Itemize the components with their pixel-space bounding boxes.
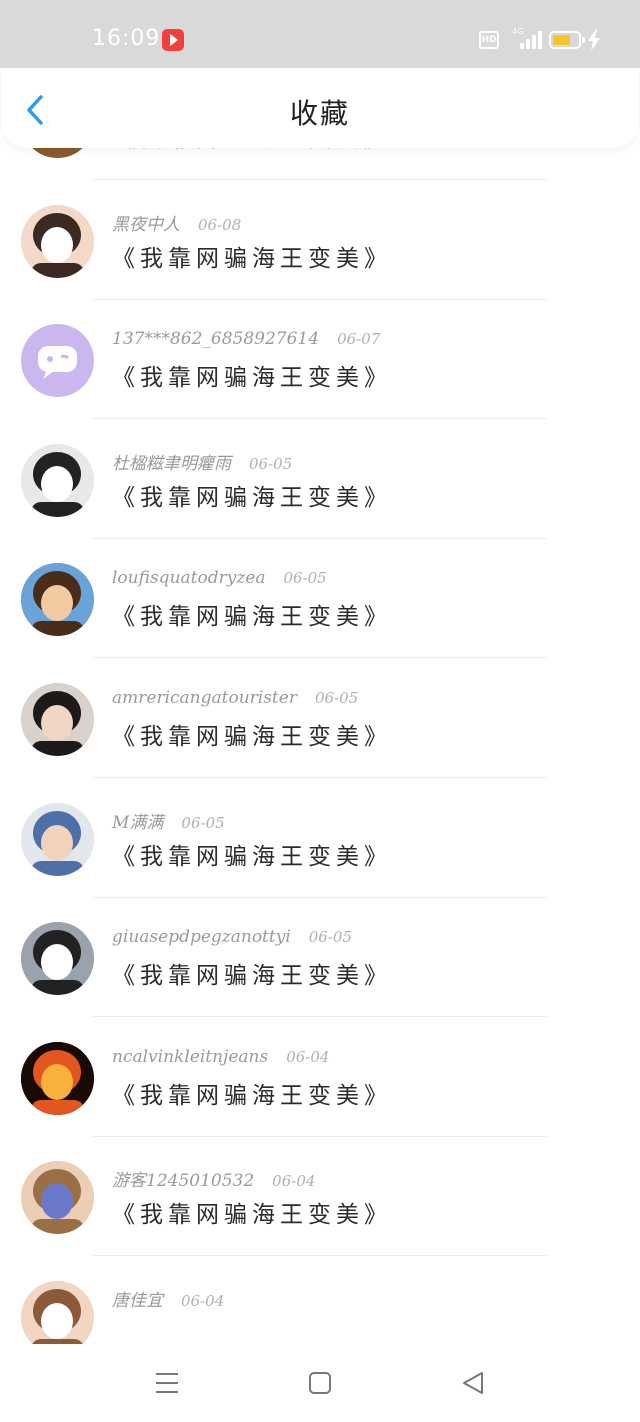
home-button[interactable] bbox=[305, 1368, 335, 1398]
list-item[interactable]: M满满 06-05 《我靠网骗海王变美》 bbox=[0, 778, 640, 898]
battery-level bbox=[553, 35, 570, 45]
status-bar: 16:09 HD 4G bbox=[0, 0, 640, 68]
date: 06-05 bbox=[181, 813, 225, 832]
smiling-girl-avatar[interactable] bbox=[21, 1281, 94, 1344]
date: 06-08 bbox=[198, 215, 242, 234]
username[interactable]: giuasepdpegzanottyi bbox=[112, 927, 291, 947]
blonde-girl-avatar[interactable] bbox=[21, 1161, 94, 1235]
list-item[interactable]: giuasepdpegzanottyi 06-05 《我靠网骗海王变美》 bbox=[0, 897, 640, 1018]
list-item[interactable]: 唐佳宜 06-04 bbox=[0, 1256, 640, 1344]
username[interactable]: amrericangatourister bbox=[112, 688, 297, 708]
system-nav-bar bbox=[0, 1344, 640, 1422]
username[interactable]: ncalvinkleitnjeans bbox=[112, 1047, 268, 1067]
date: 06-05 bbox=[314, 689, 359, 707]
username[interactable]: 黑夜中人 bbox=[112, 215, 180, 235]
list-item[interactable]: 黑夜中人 06-08 《我靠网骗海王变美》 bbox=[0, 180, 640, 300]
item-meta: 黑夜中人 06-08 bbox=[112, 210, 241, 235]
menu-icon bbox=[156, 1373, 178, 1393]
menu-button[interactable] bbox=[152, 1368, 182, 1398]
list-item[interactable]: 杜楹糍聿明癯雨 06-05 《我靠网骗海王变美》 bbox=[0, 419, 640, 539]
item-title[interactable]: 《我靠网骗海王变美》 bbox=[112, 358, 392, 392]
list-item[interactable]: 游客1245010532 06-04 《我靠网骗海王变美》 bbox=[0, 1136, 640, 1257]
item-meta: amrericangatourister 06-05 bbox=[112, 688, 358, 708]
purple-chat-avatar[interactable] bbox=[21, 324, 94, 398]
triangle-back-icon bbox=[463, 1372, 483, 1394]
peeking-kid-avatar[interactable] bbox=[21, 802, 94, 876]
striped-shirt-avatar[interactable] bbox=[21, 922, 94, 996]
date: 06-04 bbox=[286, 1047, 330, 1066]
hd-badge: HD bbox=[479, 31, 499, 49]
list-item[interactable]: amrericangatourister 06-05 《我靠网骗海王变美》 bbox=[0, 658, 640, 778]
nav-back-button[interactable] bbox=[458, 1368, 488, 1398]
dark-hair-girl-avatar[interactable] bbox=[21, 683, 94, 756]
item-meta: loufisquatodryzea 06-05 bbox=[112, 568, 327, 588]
item-meta: ncalvinkleitnjeans 06-04 bbox=[112, 1047, 329, 1067]
item-title[interactable]: 《我靠网骗海王变美》 bbox=[112, 239, 392, 273]
item-title[interactable]: 《我靠网骗海王变美》 bbox=[112, 478, 392, 512]
item-title[interactable]: 《我靠网骗海王变美》 bbox=[112, 837, 392, 871]
username[interactable]: 137***862_6858927614 bbox=[112, 329, 319, 349]
date: 06-04 bbox=[272, 1172, 316, 1191]
list-item[interactable]: 137***862_6858927614 06-07 《我靠网骗海王变美》 bbox=[0, 299, 640, 420]
network-type-label: 4G bbox=[512, 27, 524, 36]
battery-icon bbox=[549, 31, 585, 49]
charging-icon bbox=[588, 29, 600, 51]
item-title[interactable]: 《我靠网骗海王变美》 bbox=[112, 717, 392, 751]
page-title: 收藏 bbox=[289, 97, 350, 130]
date: 06-04 bbox=[181, 1292, 225, 1310]
video-app-icon bbox=[162, 29, 184, 51]
username[interactable]: 游客1245010532 bbox=[112, 1171, 254, 1191]
item-meta: 137***862_6858927614 06-07 bbox=[112, 329, 380, 349]
date: 06-07 bbox=[337, 330, 381, 349]
date: 06-05 bbox=[283, 569, 327, 588]
status-time: 16:09 bbox=[92, 26, 161, 51]
item-meta: 唐佳宜 06-04 bbox=[112, 1286, 224, 1311]
masked-person-avatar[interactable] bbox=[21, 443, 94, 517]
username[interactable]: 杜楹糍聿明癯雨 bbox=[112, 454, 231, 474]
item-title[interactable]: 《我靠网骗海王变美》 bbox=[112, 956, 392, 990]
item-meta: giuasepdpegzanottyi 06-05 bbox=[112, 927, 352, 947]
cartoon-boy-avatar[interactable] bbox=[21, 563, 94, 637]
favorites-list: 《我靠网骗海王变美》黑夜中人06-08《我靠网骗海王变美》137***862_6… bbox=[0, 90, 640, 1344]
girl-avatar[interactable] bbox=[21, 204, 94, 278]
signal-icon: 4G bbox=[512, 27, 542, 51]
username[interactable]: 唐佳宜 bbox=[112, 1291, 163, 1311]
item-title[interactable]: 《我靠网骗海王变美》 bbox=[112, 1076, 392, 1110]
item-title[interactable]: 《我靠网骗海王变美》 bbox=[112, 1195, 392, 1229]
header: 收藏 bbox=[2, 68, 638, 148]
fire-figure-avatar[interactable] bbox=[21, 1041, 94, 1115]
item-title[interactable]: 《我靠网骗海王变美》 bbox=[112, 597, 392, 631]
item-meta: 游客1245010532 06-04 bbox=[112, 1166, 315, 1191]
username[interactable]: loufisquatodryzea bbox=[112, 568, 265, 588]
item-meta: M满满 06-05 bbox=[112, 808, 225, 833]
date: 06-05 bbox=[249, 454, 293, 473]
username[interactable]: M满满 bbox=[112, 813, 163, 833]
list-item[interactable]: ncalvinkleitnjeans 06-04 《我靠网骗海王变美》 bbox=[0, 1017, 640, 1137]
date: 06-05 bbox=[308, 928, 353, 947]
item-meta: 杜楹糍聿明癯雨 06-05 bbox=[112, 449, 292, 474]
square-home-icon bbox=[309, 1372, 331, 1394]
list-item[interactable]: loufisquatodryzea 06-05 《我靠网骗海王变美》 bbox=[0, 538, 640, 659]
